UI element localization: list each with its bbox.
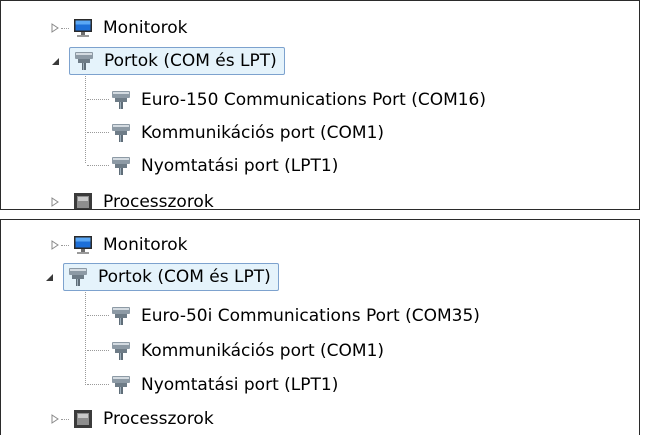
port-connector-icon xyxy=(112,91,130,109)
tree-item-port-device[interactable]: Kommunikációs port (COM1) xyxy=(109,118,387,148)
selected-tree-item-highlight[interactable]: Portok (COM és LPT) xyxy=(69,47,285,75)
tree-connector-line xyxy=(87,165,109,166)
expand-arrow-icon[interactable] xyxy=(49,413,61,425)
tree-item-label: Processzorok xyxy=(103,192,214,210)
tree-item-processors[interactable]: Processzorok xyxy=(49,404,217,434)
tree-item-port-device[interactable]: Euro-150 Communications Port (COM16) xyxy=(109,85,489,115)
tree-item-processors[interactable]: Processzorok xyxy=(49,187,217,210)
tree-item-label: Processzorok xyxy=(103,409,214,429)
selected-tree-item-highlight[interactable]: Portok (COM és LPT) xyxy=(63,263,279,291)
device-manager-tree-bottom: Monitorok Portok (COM és LPT) Euro-50i C… xyxy=(0,219,640,435)
tree-connector-line xyxy=(87,384,109,385)
tree-connector-line xyxy=(87,132,109,133)
tree-item-label: Euro-50i Communications Port (COM35) xyxy=(141,306,480,326)
tree-item-port-device[interactable]: Euro-50i Communications Port (COM35) xyxy=(109,301,483,331)
device-manager-tree-top: Monitorok Portok (COM és LPT) Euro-150 C… xyxy=(0,0,640,210)
tree-item-ports[interactable]: Portok (COM és LPT) xyxy=(49,46,285,76)
port-connector-icon xyxy=(75,52,93,70)
port-connector-icon xyxy=(112,307,130,325)
tree-item-label: Monitorok xyxy=(103,235,188,255)
tree-connector-line xyxy=(87,99,109,100)
port-connector-icon xyxy=(112,342,130,360)
collapse-arrow-icon[interactable] xyxy=(49,55,61,67)
port-connector-icon xyxy=(112,157,130,175)
tree-item-label: Nyomtatási port (LPT1) xyxy=(141,156,339,176)
port-connector-icon xyxy=(69,268,87,286)
tree-connector-line xyxy=(87,315,109,316)
expand-arrow-icon[interactable] xyxy=(49,239,61,251)
tree-item-port-device[interactable]: Nyomtatási port (LPT1) xyxy=(109,151,341,181)
tree-item-label: Nyomtatási port (LPT1) xyxy=(141,375,339,395)
tree-item-label: Euro-150 Communications Port (COM16) xyxy=(141,90,487,110)
tree-item-monitors[interactable]: Monitorok xyxy=(49,13,191,43)
tree-item-port-device[interactable]: Kommunikációs port (COM1) xyxy=(109,336,387,366)
port-connector-icon xyxy=(112,376,130,394)
collapse-arrow-icon[interactable] xyxy=(43,271,55,283)
tree-item-ports[interactable]: Portok (COM és LPT) xyxy=(46,262,279,292)
tree-item-monitors[interactable]: Monitorok xyxy=(49,230,191,260)
processor-chip-icon xyxy=(74,410,92,428)
expand-arrow-icon[interactable] xyxy=(49,196,61,208)
monitor-icon xyxy=(74,236,92,254)
tree-item-label: Portok (COM és LPT) xyxy=(104,51,277,71)
tree-item-label: Kommunikációs port (COM1) xyxy=(141,123,385,143)
tree-item-label: Monitorok xyxy=(103,18,188,38)
tree-connector-line xyxy=(87,350,109,351)
tree-item-label: Portok (COM és LPT) xyxy=(98,267,271,287)
expand-arrow-icon[interactable] xyxy=(49,22,61,34)
monitor-icon xyxy=(74,19,92,37)
tree-item-port-device[interactable]: Nyomtatási port (LPT1) xyxy=(109,370,341,400)
port-connector-icon xyxy=(112,124,130,142)
tree-item-label: Kommunikációs port (COM1) xyxy=(141,341,385,361)
processor-chip-icon xyxy=(74,193,92,209)
